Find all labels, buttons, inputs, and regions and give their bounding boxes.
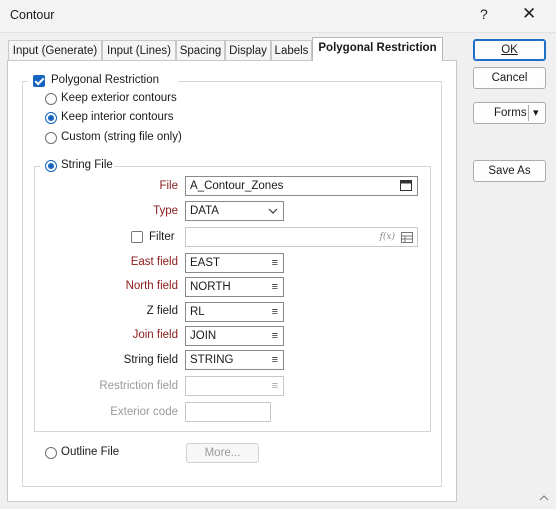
ok-label: OK bbox=[501, 44, 518, 56]
forms-button[interactable]: Forms ▾ bbox=[473, 102, 546, 124]
type-select[interactable]: DATA bbox=[185, 201, 284, 221]
file-input[interactable]: A_Contour_Zones bbox=[185, 176, 418, 196]
file-browse-icon[interactable] bbox=[400, 180, 412, 191]
east-field-input[interactable]: EAST ≡ bbox=[185, 253, 284, 273]
close-button[interactable]: ✕ bbox=[522, 4, 536, 24]
restriction-field-label: Restriction field bbox=[99, 380, 178, 392]
forms-split-divider bbox=[528, 105, 529, 121]
north-field-label: North field bbox=[125, 280, 178, 292]
filter-input[interactable]: f(x) bbox=[185, 227, 418, 247]
outline-file-label: Outline File bbox=[61, 446, 120, 458]
keep-interior-label: Keep interior contours bbox=[61, 111, 174, 123]
tab-input-lines[interactable]: Input (Lines) bbox=[102, 40, 176, 60]
string-field-input[interactable]: STRING ≡ bbox=[185, 350, 284, 370]
ok-button[interactable]: OK bbox=[473, 39, 546, 61]
more-button[interactable]: More... bbox=[186, 443, 259, 463]
list-icon[interactable]: ≡ bbox=[272, 327, 278, 345]
keep-exterior-radio[interactable] bbox=[45, 93, 57, 105]
string-field-value: STRING bbox=[190, 354, 234, 366]
save-as-button[interactable]: Save As bbox=[473, 160, 546, 182]
exterior-code-input[interactable] bbox=[185, 402, 271, 422]
east-field-label: East field bbox=[130, 256, 178, 268]
custom-string-radio[interactable] bbox=[45, 132, 57, 144]
join-field-input[interactable]: JOIN ≡ bbox=[185, 326, 284, 346]
list-icon[interactable]: ≡ bbox=[272, 377, 278, 395]
list-icon[interactable]: ≡ bbox=[272, 254, 278, 272]
tab-spacing[interactable]: Spacing bbox=[176, 40, 225, 60]
z-field-label: Z field bbox=[146, 305, 178, 317]
north-field-value: NORTH bbox=[190, 281, 231, 293]
type-value: DATA bbox=[190, 205, 219, 217]
string-field-label: String field bbox=[123, 354, 178, 366]
polygonal-restriction-label: Polygonal Restriction bbox=[51, 74, 160, 86]
string-file-label: String File bbox=[61, 159, 113, 171]
z-field-input[interactable]: RL ≡ bbox=[185, 302, 284, 322]
cancel-label: Cancel bbox=[491, 72, 528, 84]
z-field-value: RL bbox=[190, 306, 205, 318]
keep-interior-radio[interactable] bbox=[45, 112, 57, 124]
more-label: More... bbox=[204, 447, 241, 459]
outline-file-radio[interactable] bbox=[45, 447, 57, 459]
list-icon[interactable]: ≡ bbox=[272, 351, 278, 369]
save-as-label: Save As bbox=[488, 165, 531, 177]
east-field-value: EAST bbox=[190, 257, 221, 269]
join-field-label: Join field bbox=[132, 329, 178, 341]
forms-label: Forms bbox=[494, 107, 527, 119]
restriction-field-input[interactable]: ≡ bbox=[185, 376, 284, 396]
join-field-value: JOIN bbox=[190, 330, 217, 342]
file-label: File bbox=[159, 180, 178, 192]
exterior-code-label: Exterior code bbox=[110, 406, 178, 418]
list-icon[interactable]: ≡ bbox=[272, 303, 278, 321]
keep-exterior-label: Keep exterior contours bbox=[61, 92, 177, 104]
filter-table-icon[interactable] bbox=[401, 232, 413, 243]
file-value: A_Contour_Zones bbox=[190, 180, 284, 192]
forms-dropdown-icon[interactable]: ▾ bbox=[533, 103, 539, 123]
custom-string-label: Custom (string file only) bbox=[61, 131, 182, 143]
north-field-input[interactable]: NORTH ≡ bbox=[185, 277, 284, 297]
list-icon[interactable]: ≡ bbox=[272, 278, 278, 296]
tab-display[interactable]: Display bbox=[225, 40, 271, 60]
cancel-button[interactable]: Cancel bbox=[473, 67, 546, 89]
filter-checkbox[interactable] bbox=[131, 231, 143, 243]
chevron-down-icon bbox=[268, 208, 278, 214]
type-label: Type bbox=[153, 205, 178, 217]
tab-polygonal-restriction[interactable]: Polygonal Restriction bbox=[312, 37, 443, 61]
tab-input-generate[interactable]: Input (Generate) bbox=[8, 40, 102, 60]
filter-label: Filter bbox=[149, 231, 175, 243]
help-button[interactable]: ? bbox=[480, 6, 488, 22]
resize-grip-icon[interactable] bbox=[538, 491, 550, 503]
window-title: Contour bbox=[10, 8, 55, 22]
title-bar: Contour ? ✕ bbox=[0, 0, 556, 33]
string-file-radio[interactable] bbox=[45, 160, 57, 172]
polygonal-restriction-checkbox[interactable] bbox=[33, 75, 45, 87]
expression-icon[interactable]: f(x) bbox=[380, 228, 395, 246]
tab-labels[interactable]: Labels bbox=[271, 40, 312, 60]
